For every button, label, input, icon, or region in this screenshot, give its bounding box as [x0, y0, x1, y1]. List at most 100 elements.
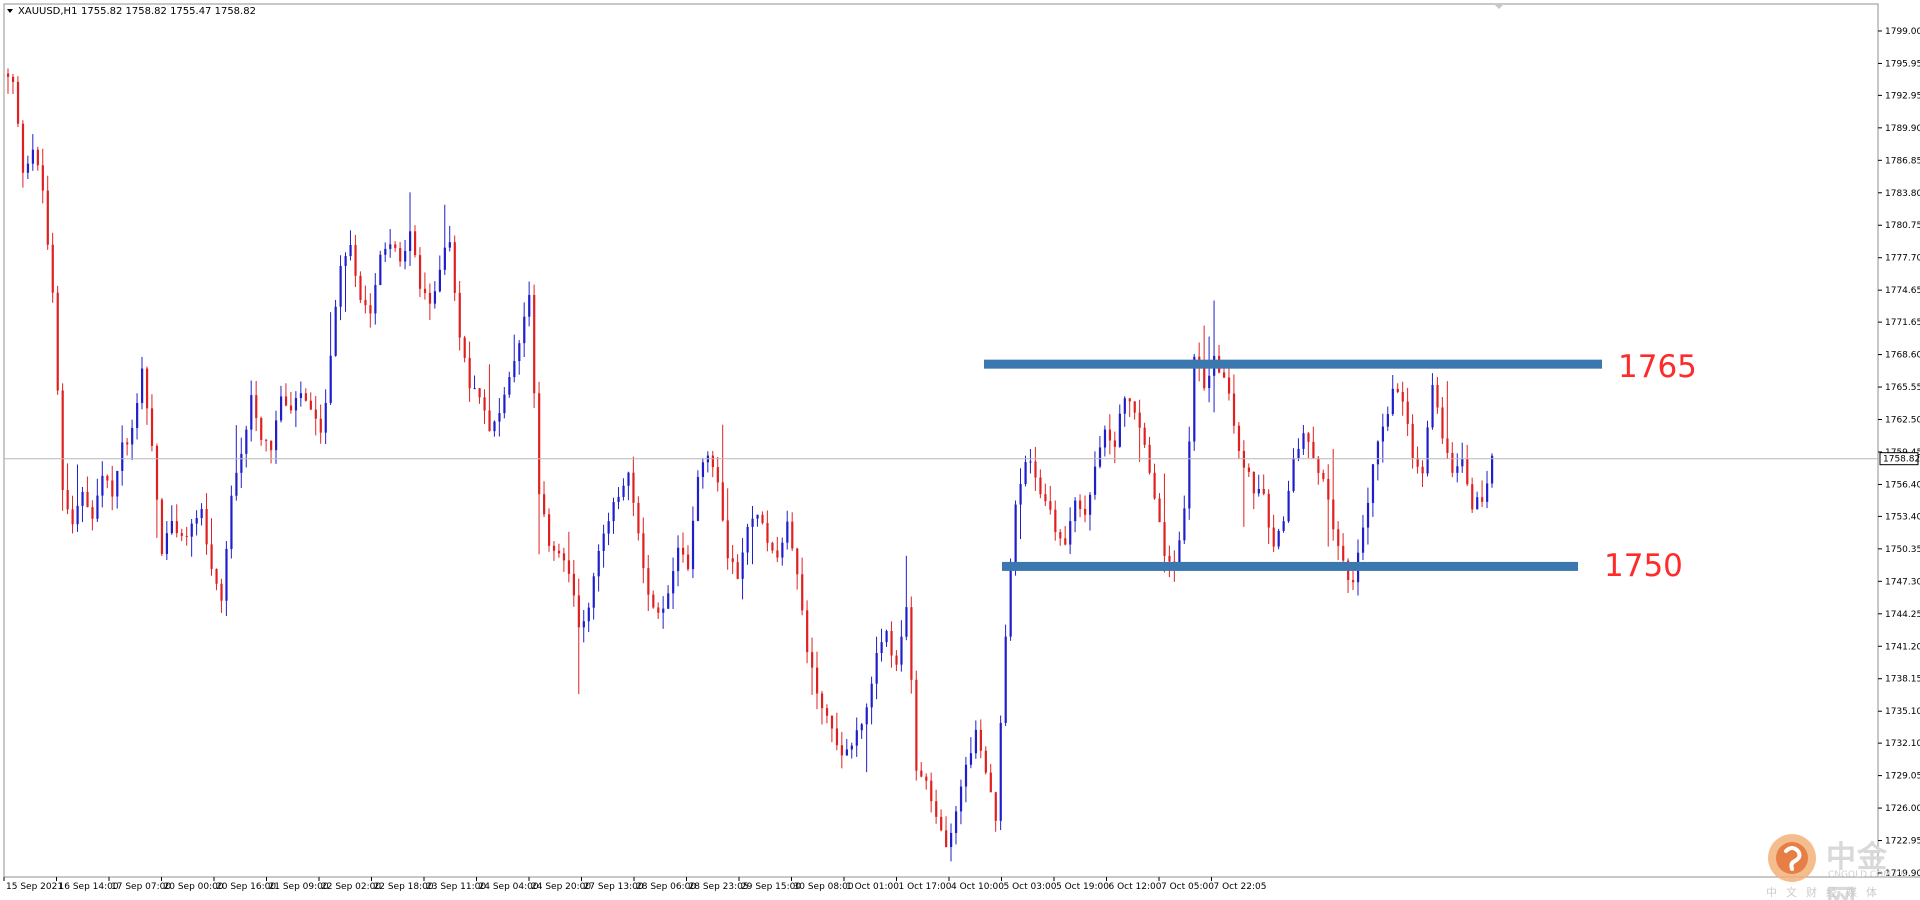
candle-body [1183, 508, 1186, 541]
time-axis-label: 4 Oct 10:00 [951, 882, 1004, 892]
time-axis[interactable]: 15 Sep 202116 Sep 14:0017 Sep 07:0020 Se… [3, 877, 1267, 892]
candle-body [483, 397, 486, 411]
candle-body [1039, 477, 1042, 495]
price-axis-label: 1756.40 [1885, 480, 1920, 490]
price-axis-label: 1799.00 [1885, 27, 1920, 37]
candle-body [86, 491, 89, 508]
candle-body [1287, 490, 1290, 522]
candle-body [1436, 384, 1439, 408]
candle-body [647, 568, 650, 595]
candle-body [820, 693, 824, 709]
candle-body [875, 653, 878, 684]
candle-body [1163, 522, 1166, 556]
candle-body [766, 523, 769, 543]
candle-body [771, 542, 774, 551]
candle-body [339, 265, 342, 307]
candle-body [155, 445, 159, 500]
candle-body [796, 548, 799, 575]
candle-body [1342, 545, 1345, 561]
candle-body [984, 750, 987, 773]
time-axis-label: 28 Sep 23:05 [689, 882, 749, 892]
candle-body [964, 764, 968, 787]
candle-body [672, 571, 675, 594]
candle-body [840, 745, 844, 756]
candle-body [101, 475, 104, 496]
candle-body [652, 594, 655, 608]
candle-body [860, 724, 863, 731]
candle-body [974, 729, 978, 754]
candle-body [468, 357, 471, 389]
candle-body [21, 123, 25, 173]
candle-body [538, 393, 541, 495]
level-bar-1765[interactable] [984, 359, 1602, 369]
candle-body [106, 475, 109, 481]
candle-body [1128, 398, 1131, 402]
candle-body [1292, 458, 1295, 491]
candle-body [1059, 532, 1062, 539]
candle-body [384, 248, 387, 255]
candle-body [1024, 462, 1027, 485]
candle-body [1237, 425, 1241, 451]
candle-body [409, 231, 412, 251]
candle-body [1044, 494, 1047, 502]
candle-body [1312, 441, 1315, 458]
time-axis-label: 7 Oct 22:05 [1214, 882, 1267, 892]
candle-body [433, 291, 437, 304]
price-axis-label: 1732.10 [1885, 739, 1920, 749]
candle-body [71, 509, 74, 525]
candle-body [1461, 458, 1464, 467]
candle-body [1158, 498, 1161, 523]
candle-body [1476, 497, 1479, 510]
candle-body [1004, 636, 1007, 723]
candle-body [76, 505, 79, 525]
candle-body [458, 292, 461, 338]
candle-body [1451, 452, 1454, 473]
candle-body [533, 294, 536, 394]
candle-body [66, 489, 69, 510]
candle-body [572, 573, 576, 596]
candle-body [746, 526, 749, 553]
candle-body [552, 545, 556, 551]
candle-body [225, 548, 228, 601]
candle-body [523, 316, 526, 344]
candle-body [319, 418, 322, 433]
time-axis-label: 24 Sep 20:00 [531, 882, 591, 892]
candle-body [607, 521, 610, 534]
candle-body [1118, 413, 1121, 447]
candle-body [1193, 356, 1196, 442]
time-axis-label: 23 Sep 11:00 [426, 882, 486, 892]
candle-body [1322, 472, 1325, 479]
candle-body [513, 361, 516, 378]
price-axis-label: 1783.80 [1885, 189, 1920, 199]
candle-body [1262, 488, 1265, 494]
candle-body [111, 480, 114, 497]
candle-body [1416, 457, 1419, 467]
level-bar-1750[interactable] [1002, 561, 1578, 571]
candle-body [215, 568, 218, 584]
candle-body [1431, 384, 1434, 428]
candle-body [284, 396, 288, 406]
chart-window[interactable]: 1765 1750 1799.00 1795.95 1792.95 1789.90 178… [0, 0, 1920, 900]
price-axis-label: 1738.15 [1885, 675, 1920, 685]
candle-body [677, 547, 680, 572]
candle-body [950, 832, 953, 847]
time-axis-label: 1 Oct 01:00 [846, 882, 899, 892]
candle-body [1014, 504, 1017, 570]
candle-body [413, 231, 417, 256]
time-axis-label: 21 Sep 09:00 [269, 882, 329, 892]
candle-body [726, 520, 729, 559]
candle-body [662, 608, 665, 613]
candle-body [1084, 508, 1087, 515]
candle-body [880, 642, 883, 654]
candle-body [1396, 388, 1399, 393]
level-label-1750: 1750 [1604, 548, 1683, 584]
candle-body [1034, 461, 1037, 478]
candle-body [1247, 467, 1251, 472]
candle-body [230, 495, 233, 549]
price-chart[interactable]: 1765 1750 1799.00 1795.95 1792.95 1789.90 178… [0, 0, 1920, 900]
candle-body [1386, 414, 1389, 427]
candle-body [275, 420, 278, 451]
candle-body [1371, 464, 1375, 503]
candle-body [632, 472, 635, 503]
plot-area[interactable] [3, 3, 1879, 878]
